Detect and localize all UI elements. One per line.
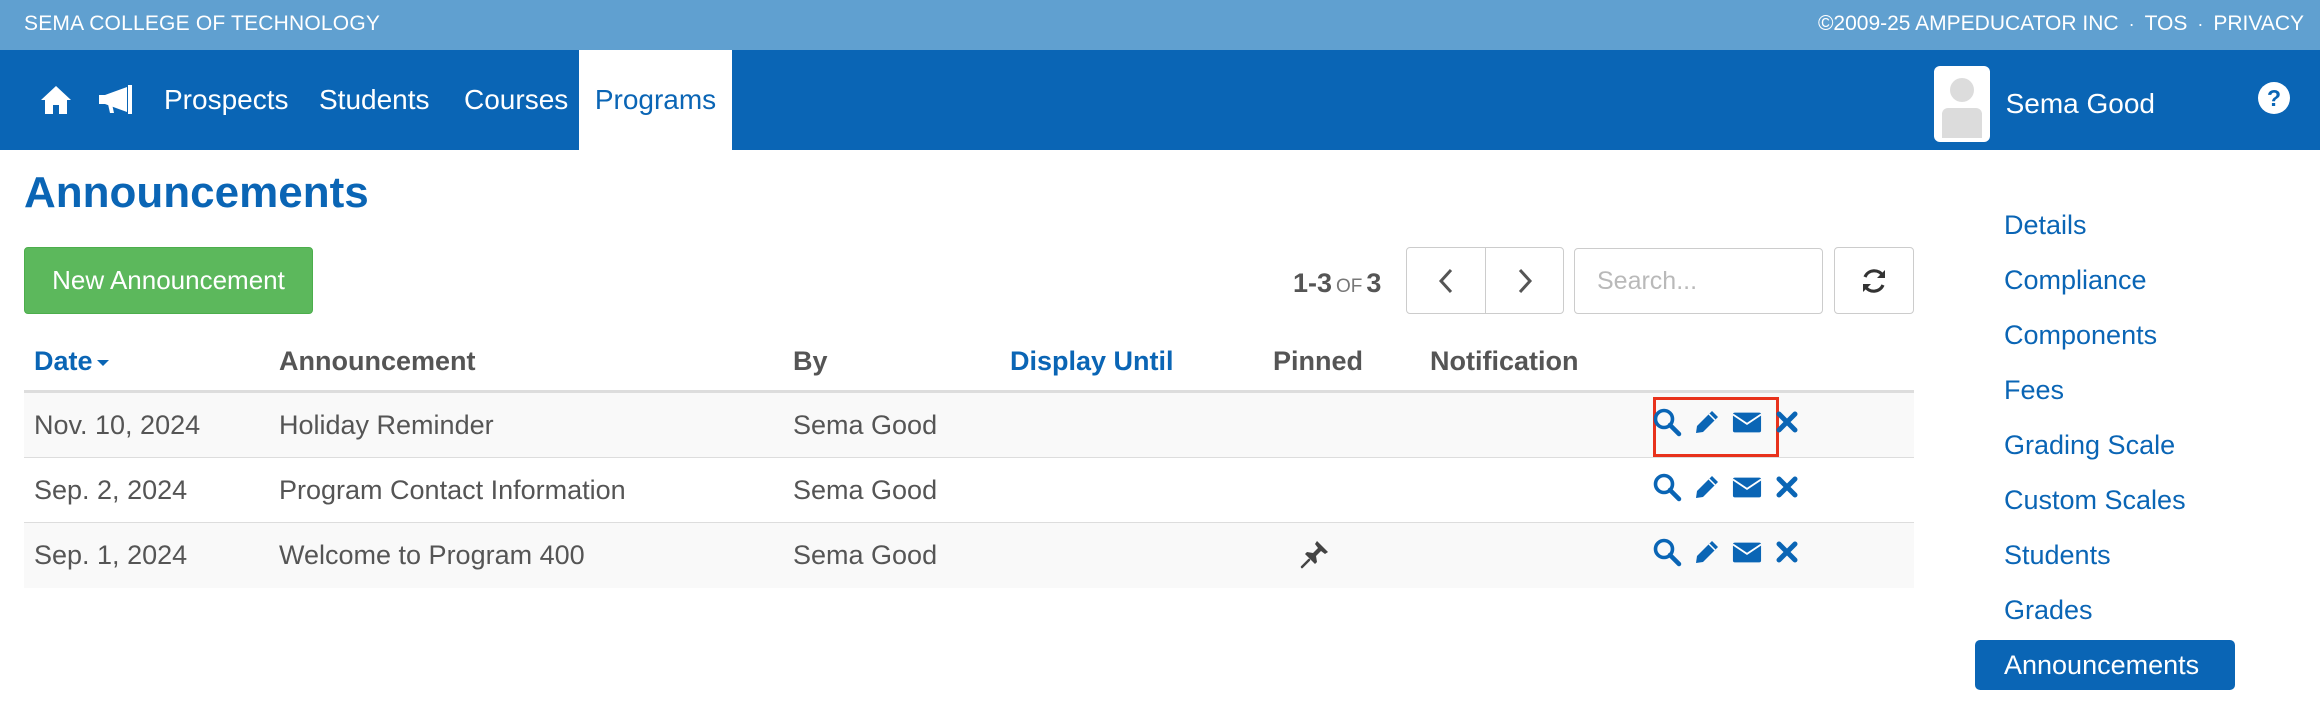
pencil-icon[interactable] — [1692, 537, 1722, 567]
nav-students[interactable]: Students — [303, 50, 446, 150]
page-title: Announcements — [24, 168, 369, 217]
table-header: Date Announcement By Display Until Pinne… — [24, 336, 1914, 393]
row-by: Sema Good — [793, 410, 938, 440]
table-row: Sep. 2, 2024 Program Contact Information… — [24, 458, 1914, 523]
tos-link[interactable]: TOS — [2145, 12, 2188, 36]
sort-caret-icon — [96, 359, 109, 366]
chevron-right-icon — [1518, 268, 1532, 293]
column-date[interactable]: Date — [34, 346, 109, 377]
nav-programs[interactable]: Programs — [579, 50, 732, 150]
column-by: By — [793, 346, 828, 376]
search-icon[interactable] — [1652, 407, 1682, 437]
close-icon[interactable] — [1772, 407, 1802, 437]
column-notification: Notification — [1430, 346, 1579, 376]
nav-courses[interactable]: Courses — [448, 50, 584, 150]
sidebar-item-announcements[interactable]: Announcements — [1975, 640, 2235, 690]
row-by: Sema Good — [793, 540, 938, 570]
next-page-button[interactable] — [1485, 248, 1563, 313]
row-date: Sep. 1, 2024 — [34, 540, 188, 570]
refresh-icon — [1863, 268, 1885, 293]
envelope-icon[interactable] — [1732, 472, 1762, 502]
sidebar-item-compliance[interactable]: Compliance — [1975, 253, 2235, 308]
copyright-text: ©2009-25 AMPEDUCATOR INC — [1817, 12, 2119, 35]
user-menu[interactable]: Sema Good — [1933, 66, 2155, 142]
pin-icon — [1300, 539, 1330, 574]
privacy-link[interactable]: PRIVACY — [2213, 12, 2304, 36]
user-name: Sema Good — [2005, 88, 2155, 119]
count-total: 3 — [1366, 268, 1382, 298]
table-row: Nov. 10, 2024 Holiday Reminder Sema Good — [24, 393, 1914, 458]
sidebar-item-grades[interactable]: Grades — [1975, 583, 2235, 638]
row-date: Sep. 2, 2024 — [34, 475, 188, 505]
sidebar-item-custom-scales[interactable]: Custom Scales — [1975, 473, 2235, 528]
chevron-left-icon — [1438, 268, 1453, 293]
main-navbar: Prospects Students Courses Programs Sema… — [0, 50, 2320, 150]
row-actions — [1652, 407, 1802, 437]
envelope-icon[interactable] — [1732, 407, 1762, 437]
search-icon[interactable] — [1652, 472, 1682, 502]
separator: · — [2128, 13, 2135, 34]
new-announcement-button[interactable]: New Announcement — [24, 247, 313, 314]
pencil-icon[interactable] — [1692, 407, 1722, 437]
row-announcement: Program Contact Information — [279, 475, 626, 505]
column-pinned: Pinned — [1273, 346, 1364, 376]
row-actions — [1652, 537, 1802, 567]
search-input[interactable] — [1574, 248, 1823, 314]
nav-prospects[interactable]: Prospects — [148, 50, 305, 150]
home-icon[interactable] — [36, 80, 76, 120]
row-actions — [1652, 472, 1802, 502]
help-icon[interactable]: ? — [2258, 82, 2290, 114]
previous-page-button[interactable] — [1407, 248, 1485, 313]
row-announcement: Holiday Reminder — [279, 410, 494, 440]
row-date: Nov. 10, 2024 — [34, 410, 201, 440]
sidebar-item-fees[interactable]: Fees — [1975, 363, 2235, 418]
row-announcement: Welcome to Program 400 — [279, 540, 585, 570]
row-by: Sema Good — [793, 475, 938, 505]
close-icon[interactable] — [1772, 537, 1802, 567]
school-name: SEMA COLLEGE OF TECHNOLOGY — [24, 12, 381, 35]
refresh-button[interactable] — [1834, 247, 1914, 314]
column-announcement: Announcement — [279, 346, 476, 376]
envelope-icon[interactable] — [1732, 537, 1762, 567]
sidebar-item-students[interactable]: Students — [1975, 528, 2235, 583]
avatar — [1933, 66, 1990, 142]
pager — [1406, 247, 1564, 314]
column-display-until[interactable]: Display Until — [1010, 346, 1174, 377]
sidebar-item-details[interactable]: Details — [1975, 198, 2235, 253]
sidebar-item-grading-scale[interactable]: Grading Scale — [1975, 418, 2235, 473]
sidebar-item-components[interactable]: Components — [1975, 308, 2235, 363]
megaphone-icon[interactable] — [96, 80, 136, 120]
search-icon[interactable] — [1652, 537, 1682, 567]
count-range: 1-3 — [1293, 268, 1333, 298]
announcements-table: Date Announcement By Display Until Pinne… — [24, 336, 1914, 588]
top-links: ©2009-25 AMPEDUCATOR INC · TOS · PRIVACY — [1818, 12, 2304, 36]
close-icon[interactable] — [1772, 472, 1802, 502]
count-of: OF — [1336, 276, 1363, 297]
pencil-icon[interactable] — [1692, 472, 1722, 502]
program-side-menu: Details Compliance Components Fees Gradi… — [1975, 198, 2235, 690]
separator: · — [2197, 13, 2204, 34]
top-strip: SEMA COLLEGE OF TECHNOLOGY ©2009-25 AMPE… — [0, 0, 2320, 50]
pagination-count: 1-3 OF 3 — [1293, 268, 1381, 299]
table-row: Sep. 1, 2024 Welcome to Program 400 Sema… — [24, 523, 1914, 588]
